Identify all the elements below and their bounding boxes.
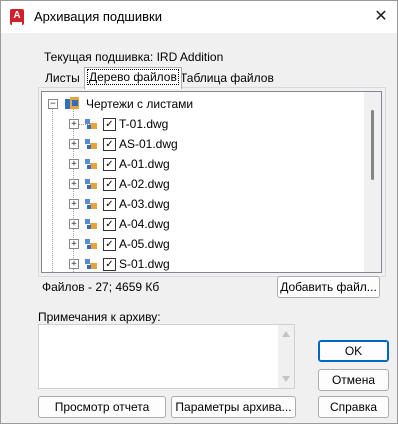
tree-item-row[interactable]: + ✓ A-01.dwg bbox=[42, 154, 364, 174]
dwg-file-icon bbox=[85, 118, 99, 130]
collapse-icon[interactable]: − bbox=[48, 99, 58, 109]
current-subset-label: Текущая подшивка: IRD Addition bbox=[44, 50, 224, 64]
file-name: A-02.dwg bbox=[119, 177, 170, 191]
autocad-app-icon: A bbox=[10, 9, 24, 25]
tree-item-row[interactable]: + ✓ A-04.dwg bbox=[42, 214, 364, 234]
dwg-file-icon bbox=[85, 198, 99, 210]
file-checkbox[interactable]: ✓ bbox=[103, 138, 116, 151]
dwg-file-icon bbox=[85, 218, 99, 230]
file-checkbox[interactable]: ✓ bbox=[103, 218, 116, 231]
file-checkbox[interactable]: ✓ bbox=[103, 118, 116, 131]
tree-item-row[interactable]: + ✓ T-01.dwg bbox=[42, 114, 364, 134]
expand-icon[interactable]: + bbox=[69, 259, 79, 269]
archive-dialog: A Архивация подшивки ✕ Текущая подшивка:… bbox=[0, 0, 398, 424]
files-summary: Файлов - 27; 4659 Кб bbox=[42, 280, 160, 294]
help-button[interactable]: Справка bbox=[318, 396, 389, 418]
scroll-down-icon[interactable] bbox=[282, 376, 290, 382]
tree-item-row[interactable]: + ✓ A-05.dwg bbox=[42, 234, 364, 254]
file-name: AS-01.dwg bbox=[119, 137, 178, 151]
file-name: A-03.dwg bbox=[119, 197, 170, 211]
archive-notes-field[interactable] bbox=[38, 324, 295, 389]
tree-item-row[interactable]: + ✓ S-01.dwg bbox=[42, 254, 364, 272]
dwg-file-icon bbox=[85, 258, 99, 270]
close-icon[interactable]: ✕ bbox=[371, 7, 391, 27]
dwg-file-icon bbox=[85, 138, 99, 150]
tree-scrollbar[interactable] bbox=[364, 92, 381, 272]
file-name: S-01.dwg bbox=[119, 257, 170, 271]
file-tree[interactable]: − Чертежи с листами + ✓ T-01.dwg + ✓ AS-… bbox=[41, 91, 382, 273]
file-name: A-01.dwg bbox=[119, 157, 170, 171]
dwg-file-icon bbox=[85, 238, 99, 250]
tree-item-row[interactable]: + ✓ AS-01.dwg bbox=[42, 134, 364, 154]
tree-root-label: Чертежи с листами bbox=[86, 97, 194, 111]
scroll-thumb[interactable] bbox=[371, 110, 374, 180]
file-name: T-01.dwg bbox=[119, 117, 169, 131]
dwg-file-icon bbox=[85, 158, 99, 170]
ok-button[interactable]: OK bbox=[318, 340, 389, 362]
tree-item-row[interactable]: + ✓ A-02.dwg bbox=[42, 174, 364, 194]
notes-label: Примечания к архиву: bbox=[38, 310, 161, 324]
title-bar: A Архивация подшивки ✕ bbox=[1, 1, 397, 33]
file-checkbox[interactable]: ✓ bbox=[103, 238, 116, 251]
expand-icon[interactable]: + bbox=[69, 179, 79, 189]
file-checkbox[interactable]: ✓ bbox=[103, 158, 116, 171]
file-checkbox[interactable]: ✓ bbox=[103, 258, 116, 271]
file-name: A-04.dwg bbox=[119, 217, 170, 231]
file-name: A-05.dwg bbox=[119, 237, 170, 251]
file-checkbox[interactable]: ✓ bbox=[103, 178, 116, 191]
tab-file-table[interactable]: Таблица файлов bbox=[177, 69, 277, 87]
dwg-file-icon bbox=[85, 178, 99, 190]
expand-icon[interactable]: + bbox=[69, 139, 79, 149]
tab-sheets[interactable]: Листы bbox=[42, 69, 83, 87]
notes-scrollbar[interactable] bbox=[278, 325, 294, 388]
scroll-up-icon[interactable] bbox=[282, 331, 290, 337]
add-file-button[interactable]: Добавить файл... bbox=[277, 276, 380, 298]
expand-icon[interactable]: + bbox=[69, 119, 79, 129]
tab-file-tree[interactable]: Дерево файлов bbox=[84, 67, 182, 89]
sheet-set-icon bbox=[65, 97, 79, 109]
cancel-button[interactable]: Отмена bbox=[318, 369, 389, 391]
view-report-button[interactable]: Просмотр отчета bbox=[38, 396, 166, 418]
expand-icon[interactable]: + bbox=[69, 239, 79, 249]
file-checkbox[interactable]: ✓ bbox=[103, 198, 116, 211]
expand-icon[interactable]: + bbox=[69, 159, 79, 169]
tree-root-row[interactable]: − Чертежи с листами bbox=[42, 94, 364, 114]
archive-options-button[interactable]: Параметры архива... bbox=[171, 396, 296, 418]
tree-item-row[interactable]: + ✓ A-03.dwg bbox=[42, 194, 364, 214]
dialog-title: Архивация подшивки bbox=[34, 9, 162, 24]
expand-icon[interactable]: + bbox=[69, 219, 79, 229]
expand-icon[interactable]: + bbox=[69, 199, 79, 209]
